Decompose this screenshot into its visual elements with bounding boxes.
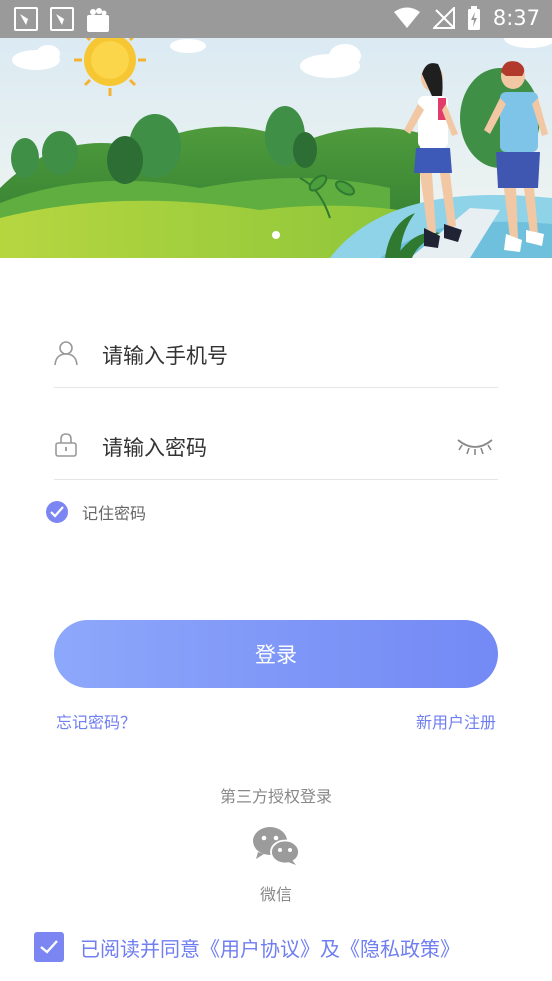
checkbox-check-icon[interactable] — [34, 932, 64, 962]
agreement-text[interactable]: 已阅读并同意《用户协议》及《隐私政策》 — [80, 933, 460, 962]
password-field — [54, 418, 498, 480]
shopping-bag-icon — [87, 8, 109, 32]
status-bar: 8:37 — [0, 0, 552, 38]
remember-password-label: 记住密码 — [82, 504, 147, 523]
carousel-indicator-dot[interactable] — [272, 231, 280, 239]
wechat-icon[interactable] — [252, 826, 300, 866]
phone-field — [54, 326, 498, 388]
remember-password-checkbox[interactable]: 记住密码 — [46, 500, 146, 524]
status-time: 8:37 — [492, 6, 540, 30]
banner-illustration — [0, 38, 552, 258]
eye-closed-icon[interactable] — [456, 434, 494, 458]
app-notification-icon — [50, 7, 74, 31]
register-link[interactable]: 新用户注册 — [416, 709, 496, 733]
wechat-label: 微信 — [259, 885, 292, 904]
no-signal-icon — [432, 7, 455, 29]
notification-icons — [14, 7, 110, 33]
wifi-icon — [393, 7, 420, 28]
check-icon[interactable] — [46, 501, 68, 523]
battery-charging-icon — [467, 6, 480, 30]
app-notification-icon — [14, 7, 38, 31]
user-icon — [54, 341, 78, 366]
login-button[interactable]: 登录 — [54, 620, 498, 688]
agreement-checkbox[interactable]: 已阅读并同意《用户协议》及《隐私政策》 — [34, 932, 460, 962]
forgot-password-link[interactable]: 忘记密码？ — [56, 709, 136, 733]
banner-carousel[interactable] — [0, 38, 552, 258]
system-icons: 8:37 — [393, 6, 540, 30]
third-party-login-title: 第三方授权登录 — [219, 787, 332, 806]
lock-icon — [55, 433, 77, 457]
phone-input[interactable] — [102, 336, 442, 376]
password-input[interactable] — [102, 428, 442, 468]
